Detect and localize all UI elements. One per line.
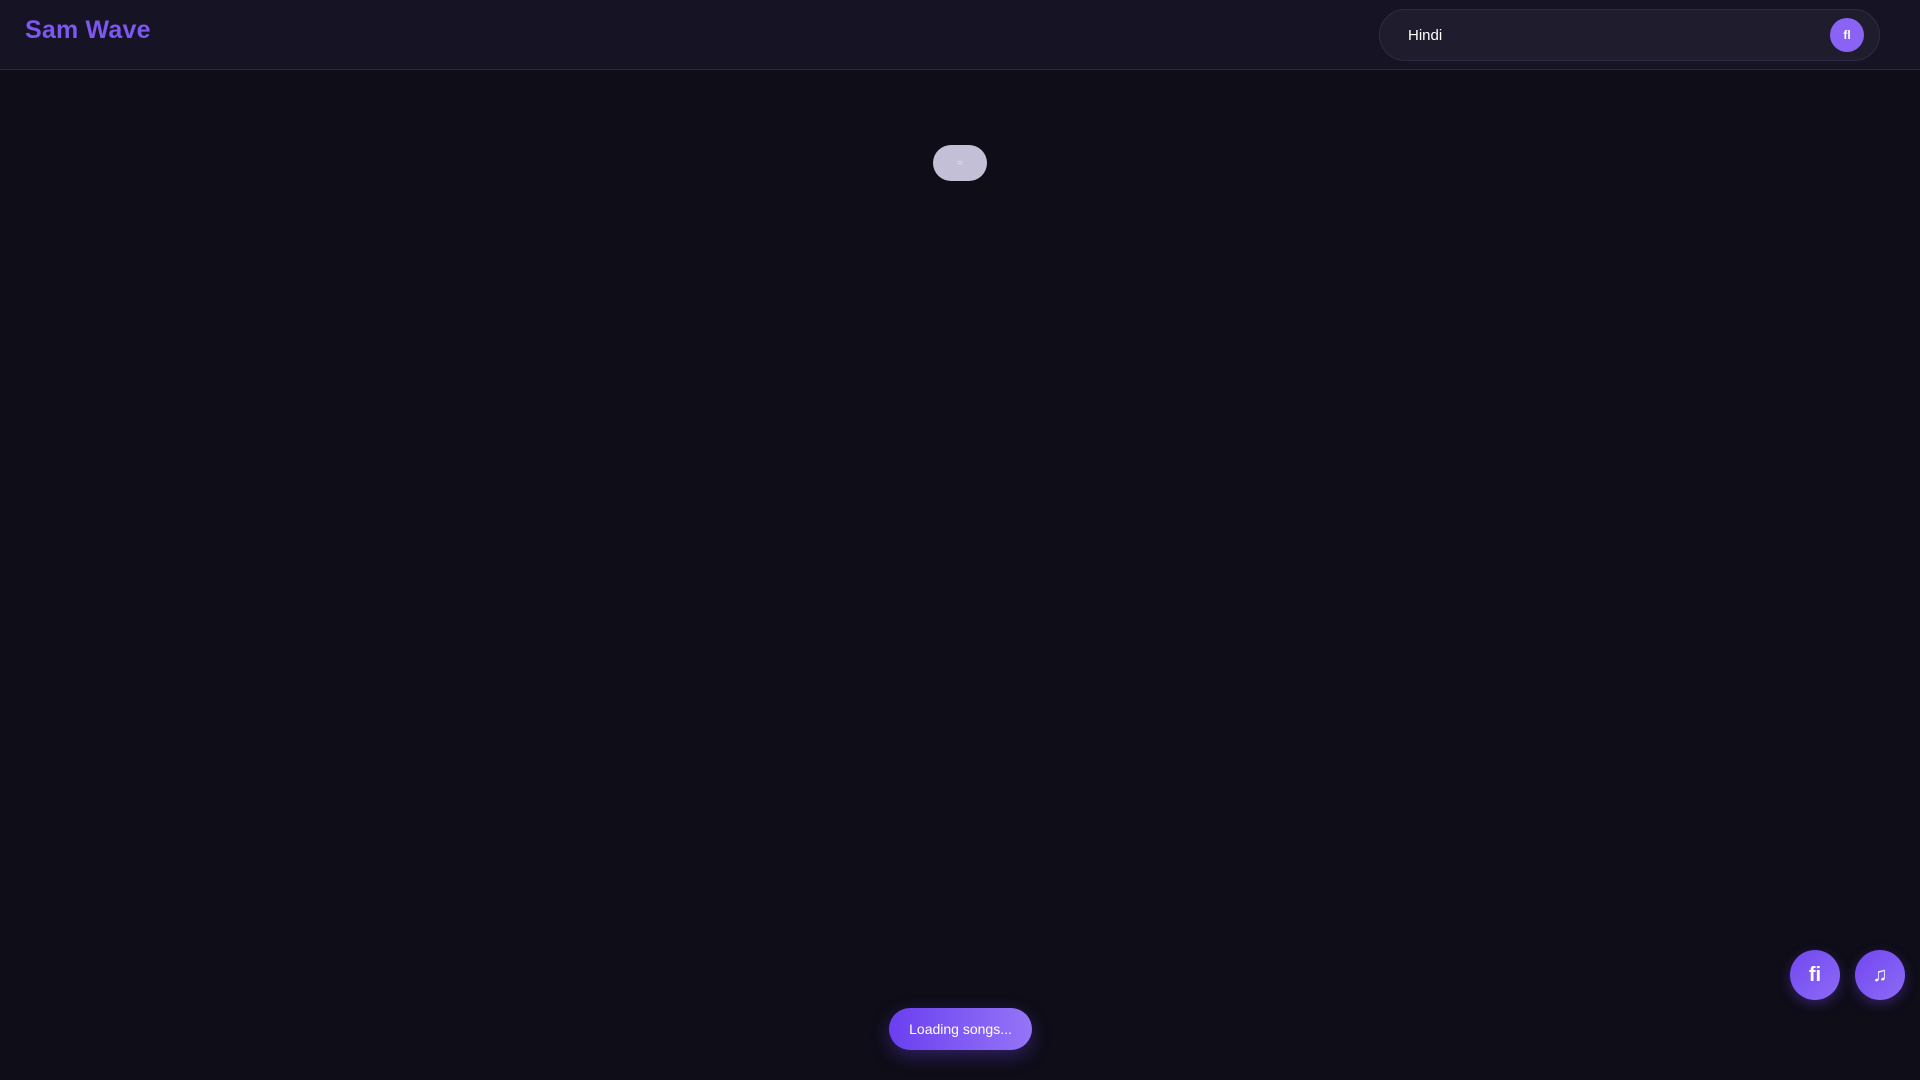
loading-toast: Loading songs... [889, 1008, 1032, 1050]
search-button[interactable]: fl [1830, 18, 1864, 52]
music-button[interactable]: ♫ [1855, 950, 1905, 1000]
app-logo-text[interactable]: Sam Wave [25, 16, 151, 45]
top-navigation-bar: Sam Wave fl [0, 0, 1920, 70]
search-icon: fl [1843, 28, 1851, 42]
loading-pill-icon: ≈ [957, 157, 963, 169]
toast-message: Loading songs... [909, 1021, 1012, 1037]
search-input[interactable] [1406, 20, 1806, 50]
loading-indicator: ≈ [933, 145, 987, 181]
queue-icon: fi [1808, 963, 1822, 986]
search-bar[interactable]: fl [1379, 9, 1880, 61]
music-icon: ♫ [1872, 963, 1888, 986]
queue-button[interactable]: fi [1790, 950, 1840, 1000]
